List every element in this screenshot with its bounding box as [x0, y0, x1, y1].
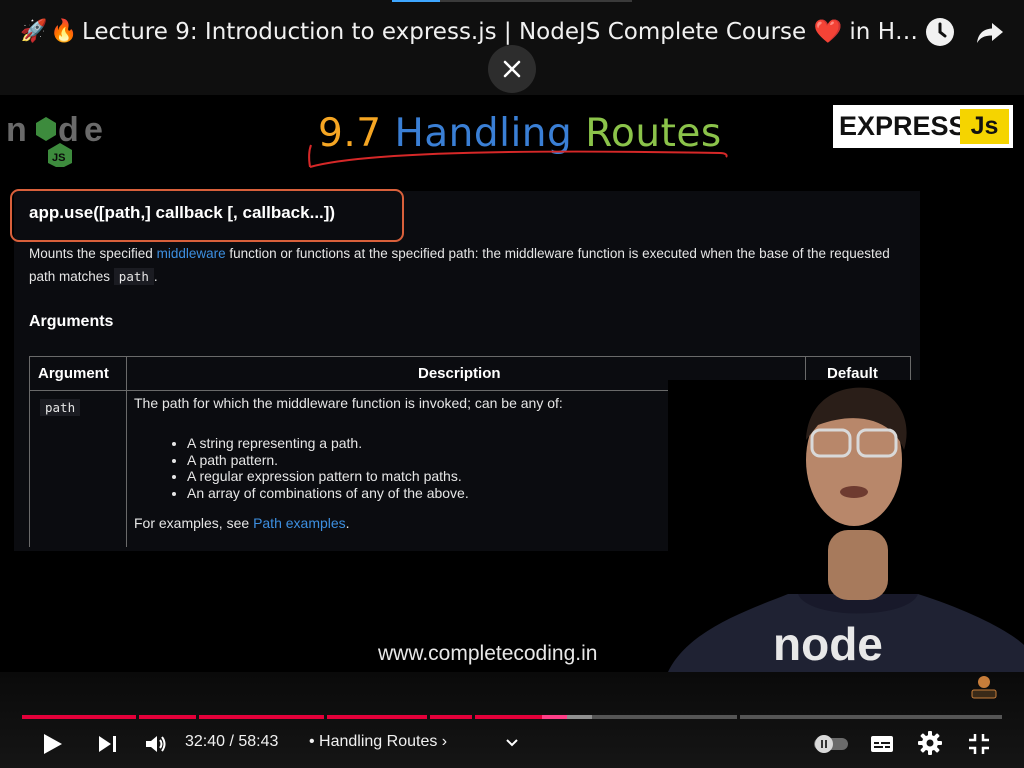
desc-text-end: . — [153, 269, 158, 284]
chapter-segment-played — [22, 715, 136, 719]
chapter-title-button[interactable]: • Handling Routes › — [309, 733, 447, 751]
path-examples-line: For examples, see Path examples. — [134, 515, 350, 531]
svg-text:d: d — [58, 111, 79, 149]
title-underline — [308, 144, 728, 168]
express-logo-js: Js — [960, 109, 1009, 144]
channel-watermark-icon — [971, 676, 997, 699]
list-item: An array of combinations of any of the a… — [187, 485, 469, 502]
fire-icon: 🔥 — [50, 19, 78, 44]
presenter-video: node — [668, 380, 1024, 672]
table-header-argument: Argument — [38, 365, 109, 382]
nodejs-logo: n d e JS — [6, 101, 118, 171]
subtitles-button[interactable] — [869, 731, 895, 757]
play-button[interactable] — [38, 730, 66, 758]
rocket-icon: 🚀 — [20, 19, 48, 44]
arguments-heading: Arguments — [29, 313, 114, 330]
table-cell-description: The path for which the middleware functi… — [134, 395, 563, 411]
website-watermark: www.completecoding.in — [378, 642, 598, 665]
next-button[interactable] — [96, 732, 120, 756]
exit-fullscreen-icon — [969, 734, 989, 754]
skip-next-icon — [99, 736, 116, 752]
desc-text-1: Mounts the specified — [29, 246, 157, 261]
clock-icon[interactable] — [924, 16, 956, 48]
path-examples-link[interactable]: Path examples — [253, 515, 346, 531]
video-title-suffix: in Hindi … — [849, 19, 918, 45]
chapter-segment-unplayed — [592, 715, 737, 719]
top-progress-fill — [392, 0, 440, 2]
method-description: Mounts the specified middleware function… — [29, 242, 909, 288]
progress-bar[interactable] — [22, 715, 1002, 719]
chapter-segment-played — [327, 715, 427, 719]
chapter-segment-played — [475, 715, 542, 719]
chapter-segment-unplayed — [740, 715, 1002, 719]
close-icon — [503, 60, 521, 78]
chapter-segment-played — [430, 715, 472, 719]
video-title-text: Lecture 9: Introduction to express.js | … — [82, 19, 807, 45]
volume-icon — [146, 736, 166, 752]
list-item: A string representing a path. — [187, 435, 469, 452]
settings-button[interactable] — [917, 730, 943, 756]
desc-code-path: path — [113, 268, 154, 285]
play-icon — [44, 734, 62, 754]
volume-button[interactable] — [143, 731, 169, 757]
buffered-segment — [567, 715, 592, 719]
subtitles-icon — [871, 736, 893, 752]
table-divider — [126, 357, 127, 547]
list-item: A regular expression pattern to match pa… — [187, 468, 469, 485]
examples-prefix: For examples, see — [134, 515, 254, 531]
chapter-expand-button[interactable] — [502, 733, 522, 753]
express-logo-text: EXPRESS — [839, 111, 967, 141]
table-cell-argument: path — [40, 399, 81, 416]
exit-fullscreen-button[interactable] — [966, 731, 992, 757]
chapter-segment-played — [139, 715, 196, 719]
express-logo: EXPRESS Js — [833, 105, 1013, 148]
close-button[interactable] — [488, 45, 536, 93]
svg-text:JS: JS — [52, 152, 65, 164]
svg-text:n: n — [6, 111, 27, 149]
path-options-list: A string representing a path. A path pat… — [175, 435, 469, 501]
gear-icon — [918, 731, 942, 755]
player-controls: 32:40 / 58:43 • Handling Routes › — [0, 672, 1024, 768]
share-icon[interactable] — [974, 16, 1006, 48]
video-player[interactable]: n d e JS 9.7 Handling Routes EXPRESS Js … — [0, 95, 1024, 672]
current-chapter-played — [542, 715, 567, 719]
autoplay-toggle[interactable] — [812, 734, 850, 754]
chapter-segment-played — [199, 715, 324, 719]
autoplay-icon — [814, 735, 848, 753]
svg-text:node: node — [773, 618, 883, 670]
examples-suffix: . — [345, 515, 350, 531]
middleware-link[interactable]: middleware — [157, 246, 226, 261]
list-item: A path pattern. — [187, 452, 469, 469]
method-signature: app.use([path,] callback [, callback...]… — [29, 203, 336, 222]
video-title-bar: 🚀 🔥 Lecture 9: Introduction to express.j… — [0, 0, 1024, 95]
time-display: 32:40 / 58:43 — [185, 733, 279, 750]
video-title[interactable]: Lecture 9: Introduction to express.js | … — [82, 16, 918, 48]
svg-text:e: e — [84, 111, 103, 149]
argument-path-code: path — [40, 399, 81, 416]
table-header-description: Description — [418, 365, 501, 382]
chevron-down-icon — [506, 739, 518, 747]
heart-icon: ❤️ — [813, 19, 843, 45]
